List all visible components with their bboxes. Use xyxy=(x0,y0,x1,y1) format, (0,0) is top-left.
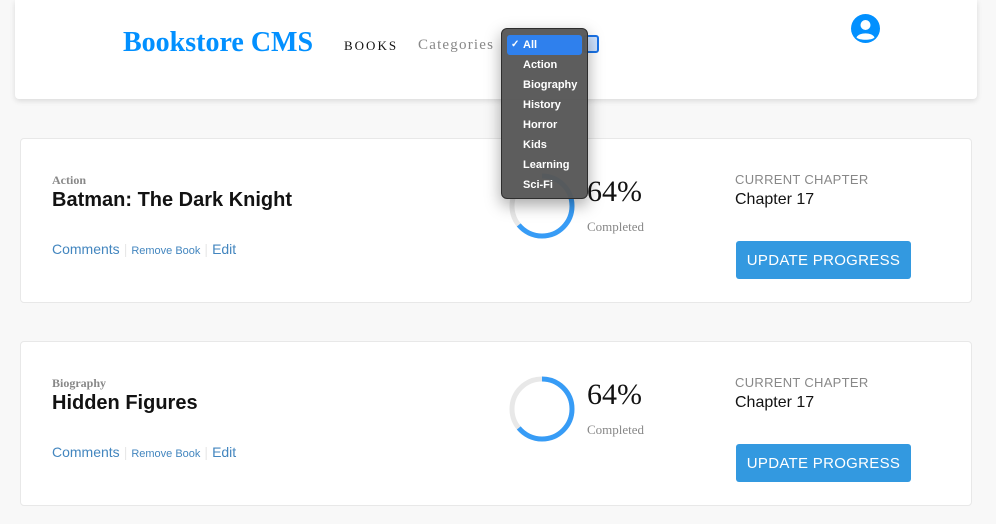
update-progress-button[interactable]: UPDATE PROGRESS xyxy=(736,444,911,482)
book-title: Batman: The Dark Knight xyxy=(52,189,293,211)
completed-label: Completed xyxy=(587,219,645,234)
dropdown-option-label: Horror xyxy=(523,119,558,131)
category-dropdown-menu: ✓ All Action Biography History Horror Kid… xyxy=(501,28,588,199)
current-chapter-value: Chapter 17 xyxy=(735,191,815,208)
dropdown-option-learning[interactable]: Learning xyxy=(507,155,582,175)
update-progress-button[interactable]: UPDATE PROGRESS xyxy=(736,241,911,279)
remove-book-link[interactable]: Remove Book xyxy=(131,245,200,257)
header-panel: Bookstore CMS BOOKS Categories xyxy=(15,0,977,99)
nav-categories-link[interactable]: Categories xyxy=(418,37,494,54)
dropdown-option-label: History xyxy=(523,99,561,111)
progress-percent: 64% xyxy=(587,378,642,411)
book-card: Biography Hidden Figures Comments | Remove… xyxy=(20,341,972,506)
user-icon[interactable] xyxy=(851,14,880,43)
book-title: Hidden Figures xyxy=(52,392,198,414)
book-genre: Action xyxy=(52,173,86,187)
checkmark-icon: ✓ xyxy=(511,39,520,50)
dropdown-option-label: Sci-Fi xyxy=(523,179,553,191)
brand-title[interactable]: Bookstore CMS xyxy=(123,27,313,59)
divider: | xyxy=(123,241,128,257)
divider: | xyxy=(204,241,209,257)
edit-link[interactable]: Edit xyxy=(212,444,236,460)
dropdown-option-horror[interactable]: Horror xyxy=(507,115,582,135)
current-chapter-label: CURRENT CHAPTER xyxy=(735,375,869,390)
current-chapter-label: CURRENT CHAPTER xyxy=(735,172,869,187)
divider: | xyxy=(123,444,128,460)
dropdown-option-label: Biography xyxy=(523,79,578,91)
dropdown-option-biography[interactable]: Biography xyxy=(507,75,582,95)
book-genre: Biography xyxy=(52,376,107,390)
book-actions: Comments | Remove Book | Edit xyxy=(52,241,236,257)
dropdown-option-label: Learning xyxy=(523,159,570,171)
progress-ring xyxy=(509,376,575,442)
dropdown-option-all[interactable]: ✓ All xyxy=(507,35,582,55)
nav-books-link[interactable]: BOOKS xyxy=(344,38,398,54)
current-chapter-value: Chapter 17 xyxy=(735,394,815,411)
divider: | xyxy=(204,444,209,460)
remove-book-link[interactable]: Remove Book xyxy=(131,448,200,460)
dropdown-option-label: Action xyxy=(523,59,558,71)
completed-label: Completed xyxy=(587,422,645,437)
comments-link[interactable]: Comments xyxy=(52,444,120,460)
progress-percent: 64% xyxy=(587,175,642,208)
dropdown-option-label: Kids xyxy=(523,139,547,151)
edit-link[interactable]: Edit xyxy=(212,241,236,257)
book-actions: Comments | Remove Book | Edit xyxy=(52,444,236,460)
comments-link[interactable]: Comments xyxy=(52,241,120,257)
dropdown-option-history[interactable]: History xyxy=(507,95,582,115)
dropdown-option-label: All xyxy=(523,39,538,51)
dropdown-option-sci-fi[interactable]: Sci-Fi xyxy=(507,175,582,195)
dropdown-option-action[interactable]: Action xyxy=(507,55,582,75)
book-card: Action Batman: The Dark Knight Comments |… xyxy=(20,138,972,303)
dropdown-option-kids[interactable]: Kids xyxy=(507,135,582,155)
